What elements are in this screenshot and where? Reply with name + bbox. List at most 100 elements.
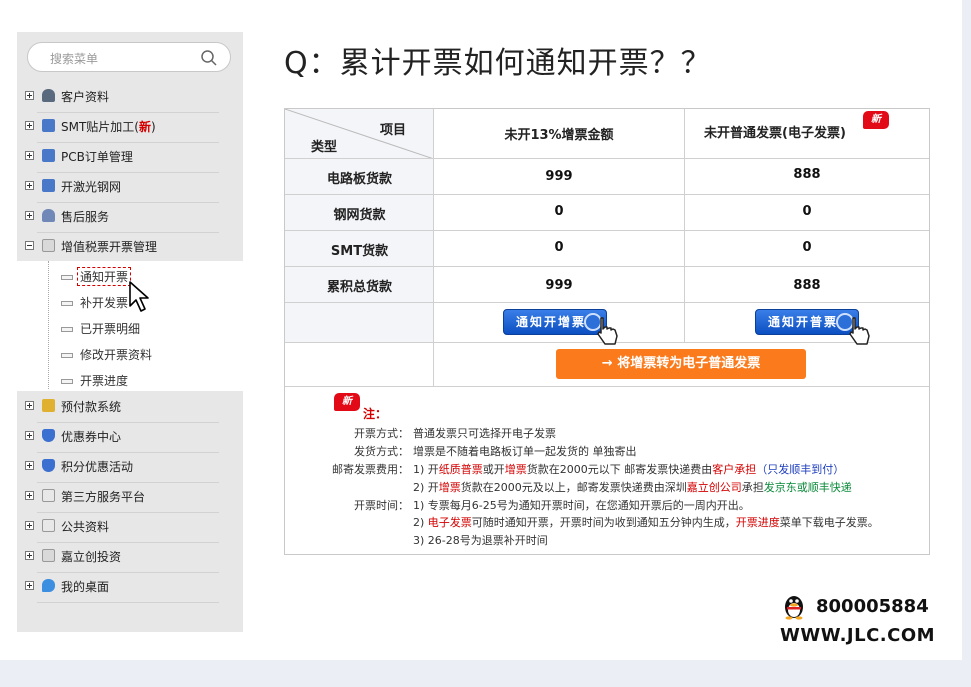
column-header-vat: 未开13%增票金额 bbox=[504, 128, 614, 143]
note-value: 1) 开纸质普票或开增票货款在2000元以下 邮寄发票快递费由客户承担（只发顺丰… bbox=[413, 463, 845, 476]
corner-type-label: 类型 bbox=[311, 140, 338, 155]
sidebar-item-label: PCB订单管理 bbox=[61, 150, 133, 164]
value-cell: 0 bbox=[554, 204, 564, 219]
notify-vat-invoice-button[interactable]: 通知开增票 bbox=[503, 309, 607, 335]
sidebar-item-label: 开激光钢网 bbox=[61, 180, 122, 194]
sidebar-item-coupons[interactable]: 优惠券中心 bbox=[25, 423, 235, 453]
sidebar-item-pcb-orders[interactable]: PCB订单管理 bbox=[25, 143, 235, 173]
expand-icon[interactable] bbox=[25, 521, 34, 530]
expand-icon[interactable] bbox=[25, 461, 34, 470]
sidebar-item-points[interactable]: 积分优惠活动 bbox=[25, 453, 235, 483]
corner-item-label: 项目 bbox=[380, 123, 407, 138]
value-cell: 888 bbox=[793, 278, 821, 293]
new-badge: 新 bbox=[863, 111, 889, 129]
sidebar-item-my-desktop[interactable]: 我的桌面 bbox=[25, 573, 235, 603]
search-box[interactable]: 搜索菜单 bbox=[27, 42, 231, 72]
window-icon bbox=[42, 489, 55, 502]
sidebar-item-label: 积分优惠活动 bbox=[61, 460, 134, 474]
sidebar-item-after-sales[interactable]: 售后服务 bbox=[25, 203, 235, 233]
hand-pointer-icon bbox=[849, 317, 870, 345]
page-title: Q：累计开票如何通知开票？？ bbox=[284, 46, 712, 81]
user-icon bbox=[42, 89, 55, 102]
sidebar-item-third-party[interactable]: 第三方服务平台 bbox=[25, 483, 235, 513]
value-cell: 999 bbox=[545, 169, 573, 184]
sidebar-item-stencil[interactable]: 开激光钢网 bbox=[25, 173, 235, 203]
sidebar-item-investment[interactable]: 嘉立创投资 bbox=[25, 543, 235, 573]
notify-normal-invoice-button[interactable]: 通知开普票 bbox=[755, 309, 859, 335]
sidebar-item-label: 优惠券中心 bbox=[61, 430, 122, 444]
new-badge: 新 bbox=[334, 393, 360, 411]
website-url[interactable]: WWW.JLC.COM bbox=[780, 625, 935, 646]
value-cell: 999 bbox=[545, 278, 573, 293]
sidebar-item-customer-info[interactable]: 客户资料 bbox=[25, 83, 235, 113]
file-icon bbox=[61, 327, 73, 332]
value-cell: 0 bbox=[554, 240, 564, 255]
sidebar-item-label: 公共资料 bbox=[61, 520, 110, 534]
row-label-stencil: 钢网货款 bbox=[333, 208, 386, 223]
submenu-item-label: 补开发票 bbox=[80, 296, 129, 310]
expand-icon[interactable] bbox=[25, 491, 34, 500]
page: 搜索菜单 客户资料 SMT贴片加工(新) PCB订单管理 开激光钢网 售后服务 … bbox=[0, 0, 962, 660]
chat-icon bbox=[42, 579, 55, 592]
sidebar-item-vat-invoice[interactable]: 增值税票开票管理 bbox=[25, 233, 235, 263]
note-value: 2) 开增票货款在2000元及以上，邮寄发票快递费由深圳嘉立创公司承担发京东或顺… bbox=[413, 481, 852, 494]
submenu-item-label: 通知开票 bbox=[77, 267, 132, 286]
expand-icon[interactable] bbox=[25, 401, 34, 410]
sidebar-item-label: 嘉立创投资 bbox=[61, 550, 122, 564]
row-label-total: 累积总货款 bbox=[326, 280, 392, 295]
diagonal-divider bbox=[285, 109, 434, 159]
note-value: 普通发票只可选择开电子发票 bbox=[413, 427, 556, 440]
column-header-normal-invoice: 未开普通发票(电子发票) bbox=[704, 126, 846, 141]
document-icon bbox=[42, 549, 55, 562]
document-icon bbox=[42, 239, 55, 252]
expand-icon[interactable] bbox=[25, 431, 34, 440]
file-icon bbox=[61, 301, 73, 306]
sidebar-item-public-info[interactable]: 公共资料 bbox=[25, 513, 235, 543]
file-icon bbox=[61, 353, 73, 358]
collapse-icon[interactable] bbox=[25, 241, 34, 250]
mouse-pointer-icon bbox=[129, 281, 149, 312]
qq-penguin-icon bbox=[785, 596, 803, 620]
notes-heading: 注： bbox=[363, 407, 388, 421]
expand-icon[interactable] bbox=[25, 151, 34, 160]
shield-icon bbox=[42, 459, 55, 472]
notes-section: 新 注： 开票方式： 普通发票只可选择开电子发票 发货方式： 增票是不随着电路板… bbox=[285, 387, 929, 555]
sidebar-item-label: 客户资料 bbox=[61, 90, 110, 104]
button-label: 通知开增票 bbox=[516, 315, 587, 329]
note-value: 1) 专票每月6-25号为通知开票时间，在您通知开票后的一周内开出。 bbox=[413, 499, 750, 512]
expand-icon[interactable] bbox=[25, 551, 34, 560]
sidebar-item-label: 第三方服务平台 bbox=[61, 490, 146, 504]
window-icon bbox=[42, 519, 55, 532]
sidebar-item-label: 增值税票开票管理 bbox=[61, 240, 158, 254]
note-value: 3) 26-28号为退票补开时间 bbox=[413, 534, 548, 547]
sidebar-item-label: 我的桌面 bbox=[61, 580, 110, 594]
calendar-icon bbox=[42, 179, 55, 192]
new-tag: 新 bbox=[138, 120, 151, 134]
search-input[interactable]: 搜索菜单 bbox=[50, 50, 98, 67]
row-label-smt: SMT货款 bbox=[330, 244, 389, 259]
file-icon bbox=[61, 275, 73, 280]
convert-to-electronic-invoice-button[interactable]: → 将增票转为电子普通发票 bbox=[556, 349, 806, 379]
expand-icon[interactable] bbox=[25, 581, 34, 590]
coins-icon bbox=[42, 399, 55, 412]
person-icon bbox=[42, 209, 55, 222]
submenu-item-label: 已开票明细 bbox=[80, 322, 141, 336]
value-cell: 0 bbox=[802, 240, 812, 255]
note-key: 邮寄发票费用： bbox=[332, 463, 409, 476]
note-value: 2) 电子发票可随时通知开票，开票时间为收到通知五分钟内生成，开票进度菜单下载电… bbox=[413, 516, 879, 529]
sidebar-item-smt[interactable]: SMT贴片加工(新) bbox=[25, 113, 235, 143]
expand-icon[interactable] bbox=[25, 121, 34, 130]
calendar-icon bbox=[42, 149, 55, 162]
submenu-item-label: 开票进度 bbox=[80, 374, 129, 388]
sidebar-item-prepaid[interactable]: 预付款系统 bbox=[25, 393, 235, 423]
expand-icon[interactable] bbox=[25, 91, 34, 100]
sidebar-item-label: 售后服务 bbox=[61, 210, 110, 224]
note-key: 发货方式： bbox=[354, 445, 409, 458]
sidebar-menu: 搜索菜单 客户资料 SMT贴片加工(新) PCB订单管理 开激光钢网 售后服务 … bbox=[17, 32, 243, 632]
calendar-icon bbox=[42, 119, 55, 132]
expand-icon[interactable] bbox=[25, 181, 34, 190]
note-key: 开票时间： bbox=[354, 499, 409, 512]
expand-icon[interactable] bbox=[25, 211, 34, 220]
note-value: 增票是不随着电路板订单一起发货的 单独寄出 bbox=[413, 445, 637, 458]
search-icon[interactable] bbox=[200, 49, 218, 67]
